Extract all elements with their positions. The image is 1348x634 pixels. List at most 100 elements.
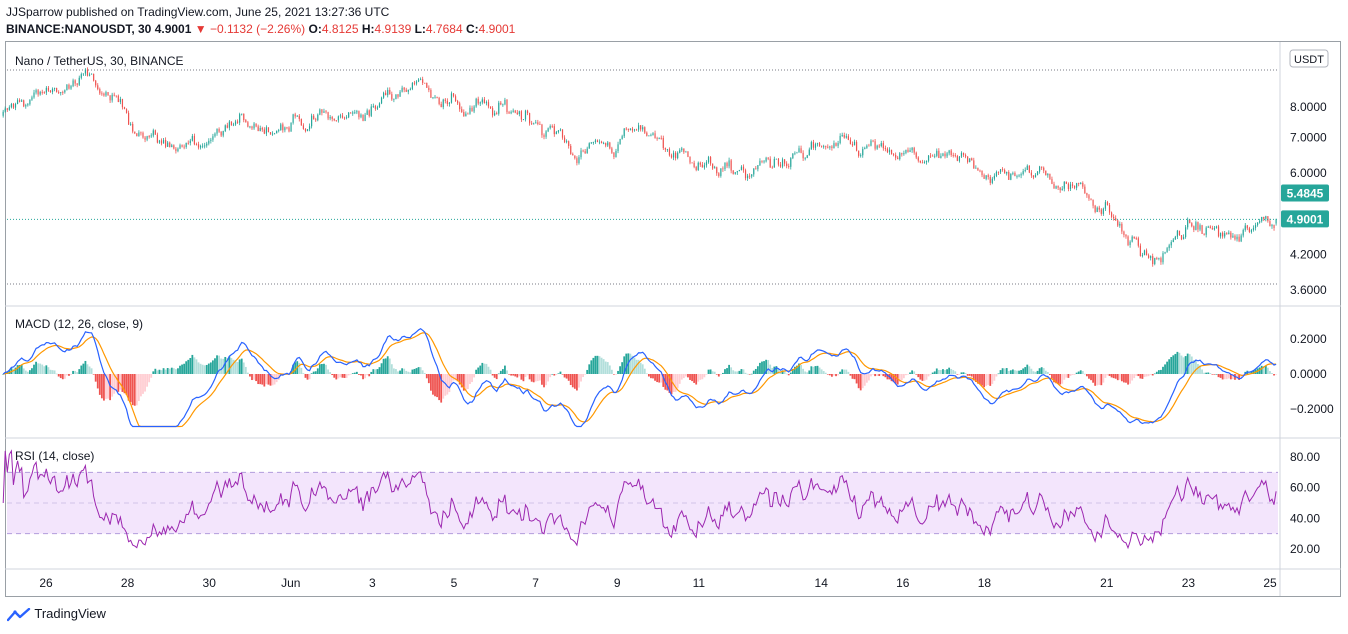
candle-body: [1174, 236, 1176, 240]
candle-body: [594, 140, 597, 143]
macd-histogram-bar: [446, 374, 449, 395]
macd-histogram-bar: [405, 370, 408, 374]
macd-histogram-bar: [351, 373, 354, 374]
macd-histogram-bar: [900, 374, 903, 381]
macd-histogram-bar: [1096, 374, 1099, 386]
macd-histogram-bar: [1057, 374, 1060, 384]
candle-body: [960, 152, 963, 157]
candle-body: [654, 133, 656, 138]
candle-body: [308, 126, 311, 130]
macd-histogram-bar: [94, 374, 97, 382]
macd-histogram-bar: [654, 374, 656, 381]
macd-histogram-bar: [849, 374, 852, 376]
candle-body: [584, 151, 586, 154]
candle-body: [899, 153, 901, 160]
candle-body: [218, 129, 220, 132]
macd-histogram-bar: [57, 374, 60, 377]
candle-body: [707, 157, 710, 163]
candle-body: [210, 139, 212, 141]
candle-body: [923, 162, 926, 163]
candle-body: [1240, 235, 1242, 242]
candle-body: [529, 113, 531, 124]
macd-histogram-bar: [1157, 370, 1160, 374]
candle-body: [177, 148, 179, 152]
candle-body: [257, 126, 259, 132]
macd-histogram-bar: [641, 364, 644, 374]
macd-histogram-bar: [372, 369, 375, 374]
candle-body: [1162, 253, 1164, 263]
candle-body: [10, 104, 12, 108]
candle-body: [93, 73, 95, 81]
macd-histogram-bar: [538, 374, 541, 381]
candle-body: [802, 152, 804, 159]
candle-body: [130, 123, 132, 125]
candle-body: [839, 135, 841, 144]
candle-body: [876, 145, 878, 149]
candle-body: [146, 136, 148, 140]
macd-histogram-bar: [968, 374, 971, 376]
macd-histogram-bar: [594, 355, 597, 374]
chart-svg[interactable]: 8.0000 7.0000 6.0000 4.2000 3.6000 USDT 5.4845…: [0, 0, 1348, 634]
candle-body: [714, 167, 716, 169]
macd-histogram-bar: [203, 365, 206, 374]
macd-histogram-bar: [833, 374, 835, 376]
macd-histogram-bar: [189, 358, 192, 374]
macd-histogram-bar: [754, 368, 757, 374]
candle-body: [230, 121, 233, 126]
macd-histogram-bar: [602, 359, 605, 374]
macd-histogram-bar: [76, 372, 79, 374]
candle-body: [249, 126, 251, 128]
candle-body: [893, 154, 895, 156]
macd-histogram-bar: [705, 374, 708, 375]
candle-body: [395, 94, 397, 100]
candle-body: [288, 127, 290, 132]
macd-histogram-bar: [670, 374, 673, 395]
macd-histogram-bar: [384, 358, 387, 374]
macd-histogram-bar: [937, 369, 940, 374]
candle-body: [1119, 223, 1121, 226]
macd-histogram-bar: [1014, 370, 1016, 374]
candle-body: [1213, 227, 1216, 230]
macd-histogram-bar: [1273, 374, 1275, 376]
macd-histogram-bar: [528, 374, 531, 380]
macd-histogram-bar: [1106, 374, 1109, 376]
tradingview-brand[interactable]: TradingView: [6, 606, 106, 622]
candle-body: [954, 155, 956, 157]
macd-histogram-bar: [522, 374, 525, 382]
macd-histogram-bar: [551, 373, 554, 375]
macd-pane-title: MACD (12, 26, close, 9): [15, 317, 143, 331]
macd-histogram-bar: [598, 356, 601, 374]
candle-body: [866, 145, 868, 148]
macd-histogram-bar: [882, 374, 885, 377]
candle-body: [306, 129, 309, 132]
candle-body: [999, 169, 1002, 173]
candle-body: [531, 123, 533, 125]
macd-histogram-bar: [251, 374, 253, 381]
macd-histogram-bar: [1038, 368, 1041, 374]
candle-body: [1073, 185, 1076, 188]
macd-histogram-bar: [1065, 374, 1068, 378]
time-tick-label: 16: [896, 576, 910, 590]
macd-histogram-bar: [397, 371, 399, 374]
candle-body: [582, 150, 584, 152]
macd-histogram-bar: [125, 374, 128, 395]
candle-body: [6, 108, 8, 110]
candle-body: [1267, 216, 1269, 222]
macd-histogram-bar: [917, 374, 920, 378]
candle-body: [736, 171, 738, 173]
candle-body: [350, 112, 352, 114]
candle-body: [1187, 219, 1189, 228]
candle-body: [989, 176, 991, 183]
macd-histogram-bar: [730, 367, 733, 374]
candle-body: [1256, 222, 1259, 226]
macd-histogram-bar: [471, 374, 473, 383]
candle-body: [1086, 193, 1088, 196]
candle-body: [574, 155, 576, 159]
macd-histogram-bar: [368, 374, 371, 377]
macd-histogram-bar: [870, 374, 872, 377]
macd-histogram-bar: [119, 374, 122, 390]
candle-body: [315, 119, 317, 121]
macd-histogram-bar: [1129, 374, 1131, 384]
candle-body: [1036, 171, 1039, 176]
candle-body: [841, 135, 843, 136]
